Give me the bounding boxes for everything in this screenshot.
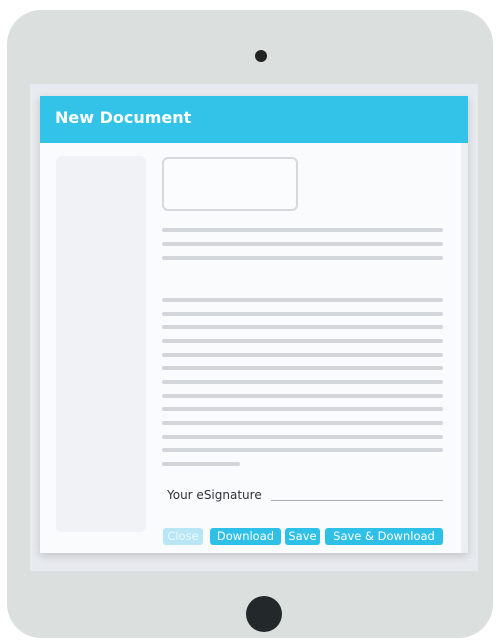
text-line xyxy=(162,242,443,246)
text-line xyxy=(162,353,443,357)
text-line xyxy=(162,339,443,343)
text-line xyxy=(162,256,443,260)
document-window: New Document Your eSignature Close Downl… xyxy=(40,96,468,553)
text-line xyxy=(162,435,443,439)
text-line xyxy=(162,380,443,384)
esignature-label: Your eSignature xyxy=(167,488,262,502)
camera-dot xyxy=(255,50,267,62)
text-line xyxy=(162,407,443,411)
download-button[interactable]: Download xyxy=(210,528,281,545)
sidebar-panel xyxy=(56,156,146,532)
text-line-short xyxy=(162,462,240,466)
title-bar: New Document xyxy=(40,96,468,143)
text-line xyxy=(162,298,443,302)
save-button[interactable]: Save xyxy=(285,528,320,545)
text-line xyxy=(162,394,443,398)
home-button[interactable] xyxy=(246,596,282,632)
document-header-box xyxy=(162,157,298,211)
esignature-field[interactable] xyxy=(271,500,443,501)
text-line xyxy=(162,366,443,370)
text-line xyxy=(162,448,443,452)
save-and-download-button[interactable]: Save & Download xyxy=(325,528,443,545)
text-line xyxy=(162,228,443,232)
text-line xyxy=(162,312,443,316)
text-line xyxy=(162,325,443,329)
text-line xyxy=(162,421,443,425)
close-button[interactable]: Close xyxy=(163,528,203,545)
scrollbar[interactable] xyxy=(461,143,468,553)
window-title: New Document xyxy=(55,108,192,127)
